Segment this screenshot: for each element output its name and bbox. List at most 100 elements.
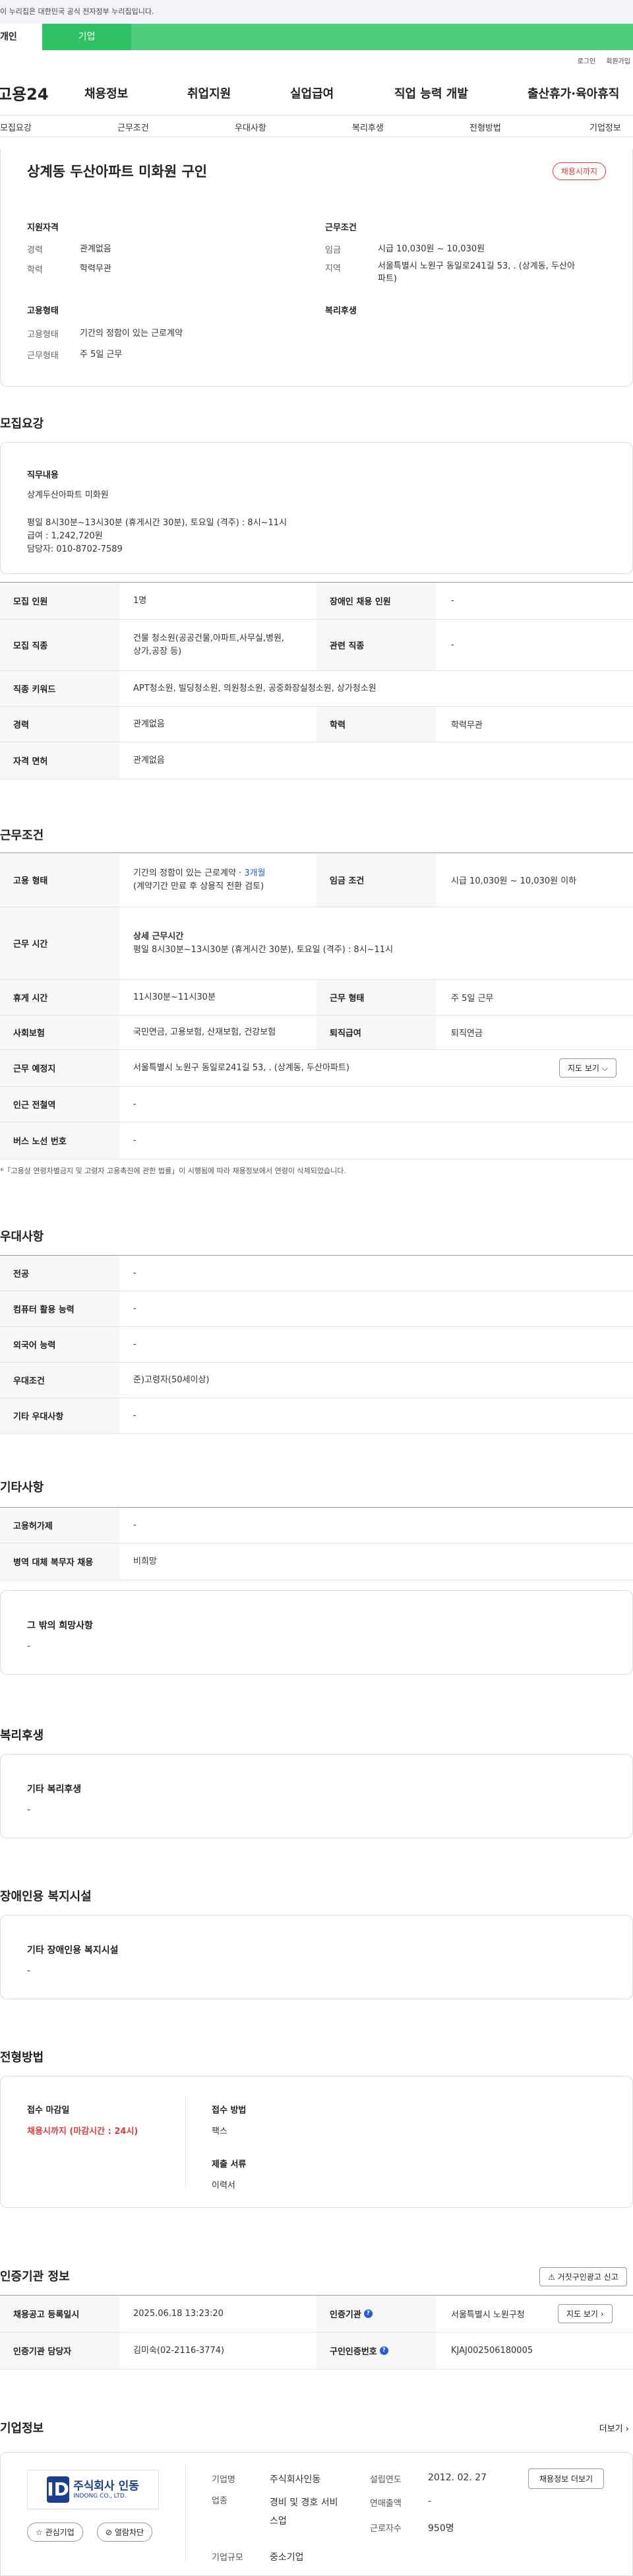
career-value: 관계없음 [80,244,111,254]
welfare-section-title: 복리후생 [0,1729,44,1743]
keyword-label: 직종 키워드 [0,671,120,706]
map-button[interactable]: 지도 보기 ⌵ [559,1058,617,1078]
nav-item-unemployment[interactable]: 실업급여 [290,84,334,102]
conditions-heading: 근무조건 [325,223,357,233]
process-section-title: 전형방법 [0,2051,44,2065]
pref-cond-value: 준)고령자(50세이상) [133,1374,210,1385]
agency-map-button[interactable]: 지도 보기 › [558,2304,613,2323]
cert-table: 채용공고 등록일시 2025.06.18 13:23:20 인증기관? 서울특별… [0,2295,633,2369]
agency-value: 서울특별시 노원구청 [451,2310,525,2320]
info-icon[interactable]: ? [379,2346,388,2355]
method-label: 접수 방법 [212,2106,247,2115]
work-place-label: 근무 예정지 [0,1050,120,1086]
welfare-value: - [27,1805,31,1815]
report-button-label: 거짓구인광고 신고 [557,2272,618,2282]
permit-value: - [133,1520,136,1530]
language-label: 외국어 능력 [0,1327,120,1362]
deadline-label: 접수 마감일 [27,2106,70,2115]
qualification-heading: 지원자격 [27,223,59,233]
logo-sub: INDONG CO., LTD. [73,2493,127,2499]
retirement-label: 퇴직급여 [316,1015,437,1049]
company-jobs-button[interactable]: 채용정보 더보기 [528,2468,605,2489]
est-year-value: 2012. 02. 27 [428,2472,487,2483]
site-logo[interactable]: 고용24 [0,81,76,104]
subnav-conditions[interactable]: 근무조건 [117,121,149,133]
etc-section-title: 기타사항 [0,1481,44,1495]
nav-item-jobs[interactable]: 채용정보 [84,84,128,102]
table-row: 고용허가제 - [0,1508,633,1543]
pc-skill-label: 컴퓨터 활용 능력 [0,1291,120,1326]
subway-label: 인근 전철역 [0,1087,120,1122]
pref-cond-label: 우대조건 [0,1363,120,1398]
language-value: - [133,1339,136,1349]
nav-item-employment-support[interactable]: 취업지원 [187,84,231,102]
disabled-section-title: 장애인용 복지시설 [0,1890,92,1904]
industry-value: 경비 및 경호 서비 스업 [270,2494,338,2530]
major-value: - [133,1268,136,1278]
table-row: 인근 전철역 - [0,1087,633,1122]
reg-date-label: 채용공고 등록일시 [0,2296,120,2332]
pref-etc-value: - [133,1410,136,1421]
break-value: 11시30분~11시30분 [133,992,216,1002]
company-divider [185,2466,186,2562]
est-year-label: 설립연도 [370,2475,402,2485]
etc-table: 고용허가제 - 병역 대체 복무자 채용 비희망 [0,1507,633,1580]
join-link[interactable]: 회원가입 [606,55,630,65]
area-value-line1: 서울특별시 노원구 동일로241길 53, . (상계동, 두산아 [378,261,575,271]
deadline-value: 채용시까지 (마감시간 : 24시) [27,2127,138,2137]
work-time-value: 상세 근무시간 평일 8시30분~13시30분 (휴게시간 30분), 토요일 (… [133,907,393,979]
cert-no-value: KJAJ002506180005 [451,2346,533,2356]
block-view-button[interactable]: ⊘ 열람차단 [97,2523,153,2542]
area-value-line2: 파트) [378,274,397,284]
favorite-label: 관심기업 [45,2528,75,2537]
subnav-preferences[interactable]: 우대사항 [235,121,266,133]
recruit-section-title: 모집요강 [0,417,44,431]
method-value: 팩스 [212,2127,227,2137]
agency-map-label: 지도 보기 [566,2309,598,2319]
report-false-ad-button[interactable]: ⚠ 거짓구인광고 신고 [539,2267,627,2286]
deadline-badge: 채용시까지 [552,162,606,180]
company-more-link[interactable]: 더보기 › [599,2422,629,2434]
wage-cond-value: 시급 10,030원 ~ 10,030원 이하 [451,876,577,886]
company-name-label: 기업명 [212,2475,235,2485]
military-label: 병역 대체 복무자 채용 [0,1543,120,1580]
cert-no-label-text: 구인인증번호 [330,2347,377,2357]
nav-item-training[interactable]: 직업 능력 개발 [394,84,468,102]
disabled-value: - [27,1966,31,1976]
duty-line-1: 상계두산아파트 미화원 [27,490,109,500]
tab-person[interactable]: 개인 [0,24,42,50]
education-label: 학력 [27,265,43,275]
nav-item-leave[interactable]: 출산휴가·육아휴직 [528,84,619,102]
insurance-label: 사회보험 [0,1015,120,1049]
work-table: 고용 형태 기간의 정함이 있는 근로계약 · 3개월 (계약기간 만료 후 상용… [0,853,633,1159]
pref-table: 전공 - 컴퓨터 활용 능력 - 외국어 능력 - 우대조건 준)고령자(50세이상) … [0,1255,633,1434]
welfare-box: 기타 복리후생 - [0,1754,633,1838]
block-icon: ⊘ [106,2528,113,2537]
company-card: ID 주식회사 인동 INDONG CO., LTD. ☆ 관심기업 ⊘ 열람차단… [0,2452,633,2576]
subway-value: - [133,1099,136,1109]
other-wish-label: 그 밖의 희망사항 [27,1621,93,1631]
industry-line2: 스업 [270,2516,287,2527]
agency-label: 인증기관? [316,2296,437,2332]
tab-corp[interactable]: 기업 [42,24,131,50]
favorite-company-button[interactable]: ☆ 관심기업 [27,2523,83,2542]
info-icon[interactable]: ? [363,2309,373,2318]
agency-label-text: 인증기관 [330,2310,361,2320]
section-subnav: 모집요강 근무조건 우대사항 복리후생 전형방법 기업정보 [0,115,633,137]
area-value: 서울특별시 노원구 동일로241길 53, . (상계동, 두산아파트) [378,260,575,285]
table-row: 외국어 능력 - [0,1327,633,1363]
other-wish-box: 그 밖의 희망사항 - [0,1590,633,1675]
subnav-process[interactable]: 전형방법 [469,121,501,133]
career-row-value: 관계없음 [133,719,165,729]
login-link[interactable]: 로그인 [578,55,596,65]
sales-value: - [428,2496,432,2507]
keyword-value: APT청소원, 빌딩청소원, 의원청소원, 공중화장실청소원, 상가청소원 [133,683,377,693]
duty-line-2: 평일 8시30분~13시30분 (휴게시간 30분), 토요일 (격주) : 8… [27,518,287,528]
subnav-company[interactable]: 기업정보 [589,121,621,133]
chevron-right-icon: › [625,2424,629,2434]
subnav-welfare[interactable]: 복리후생 [352,121,384,133]
subnav-recruit[interactable]: 모집요강 [0,121,32,133]
career-label: 경력 [27,245,43,255]
bus-value: - [133,1135,136,1145]
insurance-value: 국민연금, 고용보험, 산재보험, 건강보험 [133,1027,276,1037]
